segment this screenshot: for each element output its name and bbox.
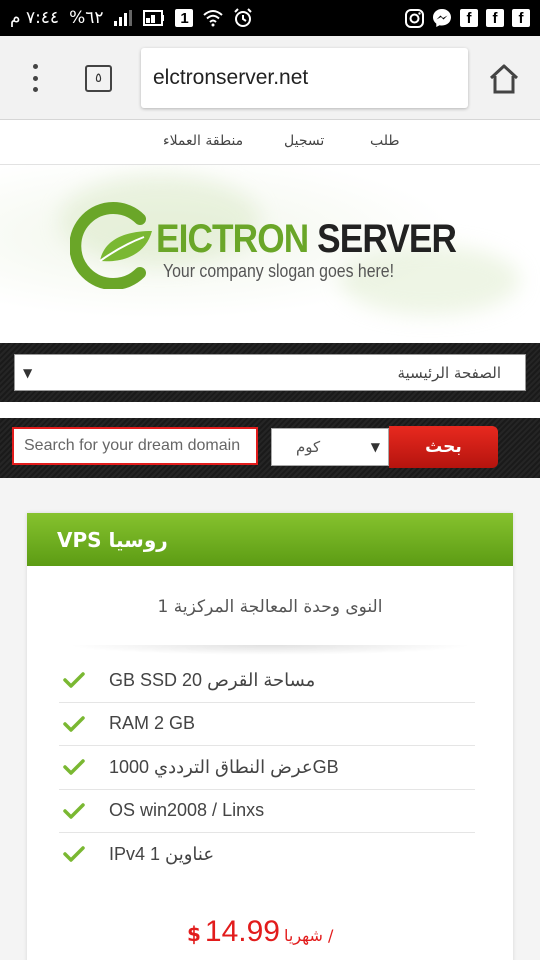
checkmark-icon	[63, 672, 85, 688]
status-right: f f f	[405, 8, 530, 28]
plan-card: روسيا VPS النوى وحدة المعالجة المركزية 1…	[27, 513, 513, 960]
plan-price: $ 14.99 / شهريا	[187, 915, 333, 949]
signal-icon	[113, 10, 133, 26]
main-menu-selected: الصفحة الرئيسية	[397, 363, 502, 382]
tld-select[interactable]: كوم ▼	[271, 428, 389, 466]
plan-card-header: روسيا VPS	[27, 513, 513, 566]
nav-order[interactable]: طلب	[370, 133, 400, 149]
dropdown-arrow-icon: ▼	[370, 440, 380, 454]
feature-text: OS win2008 / Linxs	[109, 800, 265, 821]
domain-search-bar: كوم ▼ بحث	[0, 418, 540, 478]
plan-features: GB SSD مساحة القرص 20 RAM 2 GB عرض النطا…	[59, 659, 475, 877]
domain-search-input[interactable]	[12, 427, 258, 465]
home-icon[interactable]	[488, 64, 520, 94]
status-left: ٧:٤٤ م %٦٢ 1	[10, 8, 253, 28]
instagram-icon	[405, 8, 424, 28]
checkmark-icon	[63, 715, 85, 732]
url-text: elctronserver.net	[153, 66, 309, 89]
feature-text: IPv4 1 عناوين	[109, 844, 215, 865]
plan-title: روسيا VPS	[57, 527, 168, 552]
nav-register[interactable]: تسجيل	[284, 133, 324, 149]
tld-selected: كوم	[296, 438, 321, 456]
browser-toolbar: ٥ elctronserver.net	[0, 36, 540, 120]
price-period: / شهريا	[284, 926, 334, 945]
spacer	[0, 402, 540, 418]
clock: ٧:٤٤ م	[10, 8, 60, 28]
feature-item: OS win2008 / Linxs	[59, 790, 475, 833]
status-bar: ٧:٤٤ م %٦٢ 1 f f f	[0, 0, 540, 36]
alarm-icon	[233, 8, 253, 28]
facebook-icon: f	[460, 9, 478, 27]
main-content: روسيا VPS النوى وحدة المعالجة المركزية 1…	[0, 478, 540, 960]
checkmark-icon	[63, 846, 85, 862]
divider	[67, 645, 473, 655]
feature-text: RAM 2 GB	[109, 713, 196, 734]
checkmark-icon	[63, 759, 85, 775]
menu-bar: ▼ الصفحة الرئيسية	[0, 343, 540, 402]
search-button[interactable]: بحث	[389, 426, 498, 468]
wifi-icon	[203, 9, 224, 27]
facebook-icon: f	[512, 9, 530, 27]
plan-cpu-cores: النوى وحدة المعالجة المركزية 1	[157, 597, 383, 617]
logo-wordmark: EICTRON SERVER	[156, 217, 457, 262]
feature-item: عرض النطاق الترددي 1000GB	[59, 746, 475, 790]
feature-text: عرض النطاق الترددي 1000GB	[109, 756, 339, 777]
url-bar[interactable]: elctronserver.net	[141, 48, 468, 108]
price-currency: $	[187, 922, 201, 946]
menu-dots-icon[interactable]	[22, 60, 48, 96]
main-menu-select[interactable]: ▼ الصفحة الرئيسية	[14, 354, 526, 391]
notification-badge-icon: 1	[175, 9, 194, 27]
checkmark-icon	[63, 802, 85, 819]
messenger-icon	[432, 8, 452, 28]
feature-item: IPv4 1 عناوين	[59, 833, 475, 877]
logo-word-2: SERVER	[317, 217, 457, 261]
facebook-icon: f	[486, 9, 504, 27]
dropdown-arrow-icon: ▼	[23, 365, 33, 380]
battery-percent: %٦٢	[69, 8, 104, 28]
feature-item: RAM 2 GB	[59, 703, 475, 746]
battery-icon	[143, 9, 165, 27]
feature-text: GB SSD مساحة القرص 20	[109, 669, 316, 690]
hero-banner: EICTRON SERVER Your company slogan goes …	[0, 165, 540, 342]
logo-slogan: Your company slogan goes here!	[163, 261, 395, 281]
logo-word-1: EICTRON	[156, 217, 309, 261]
price-amount: 14.99	[204, 915, 280, 948]
nav-client-area[interactable]: منطقة العملاء	[163, 133, 243, 149]
tabs-icon[interactable]: ٥	[85, 65, 112, 92]
logo-mark-icon	[70, 202, 152, 289]
site-nav: منطقة العملاء تسجيل طلب	[0, 121, 540, 165]
feature-item: GB SSD مساحة القرص 20	[59, 659, 475, 703]
